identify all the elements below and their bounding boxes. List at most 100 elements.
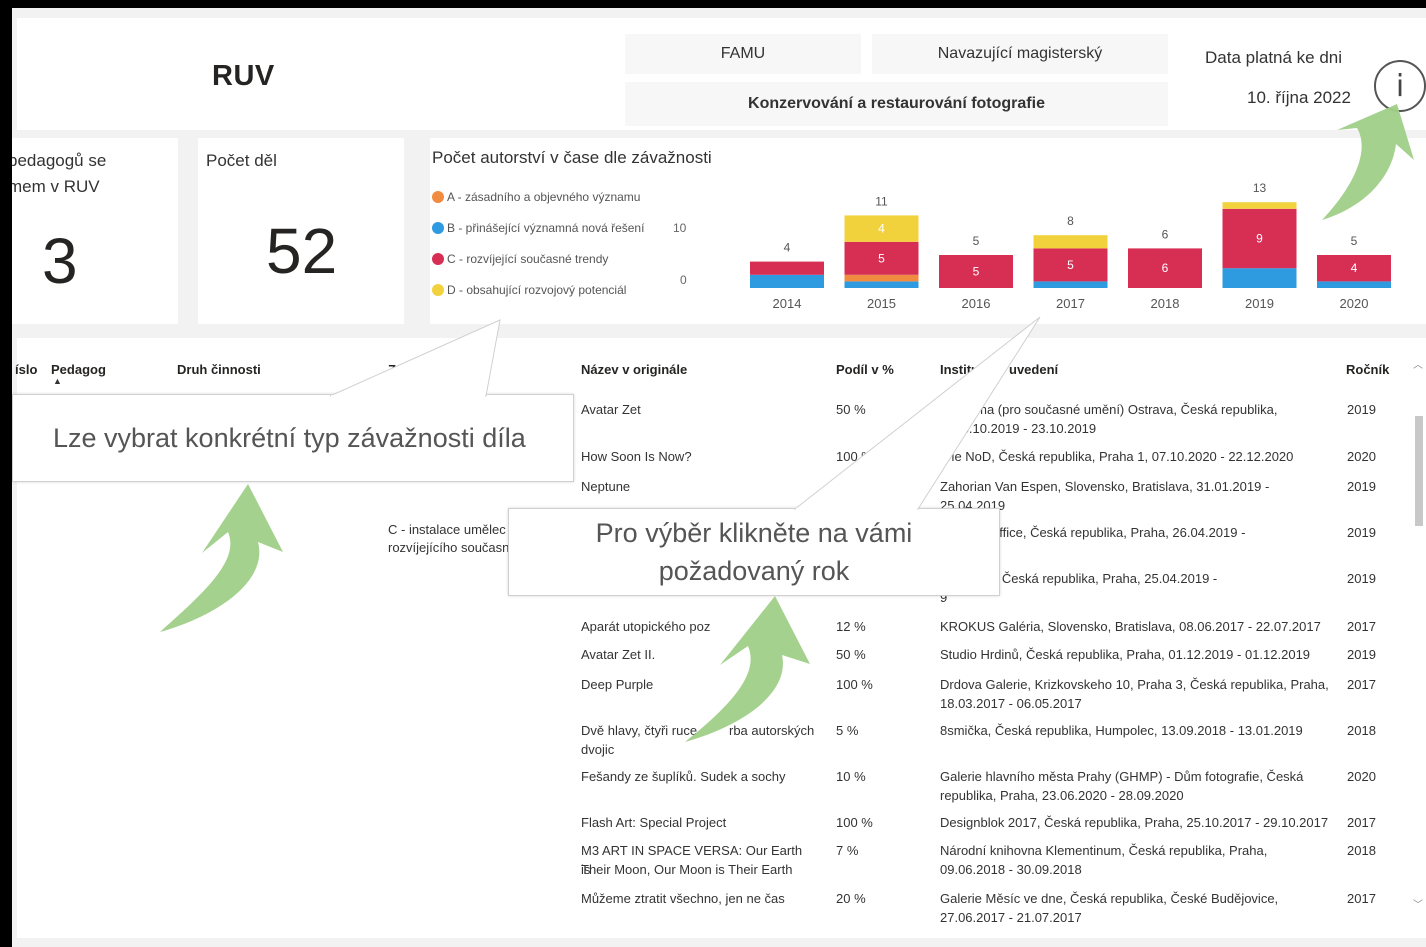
cell-instituce: 8smička, Česká republika, Humpolec, 13.0… <box>940 723 1303 738</box>
cell-nazev: Avatar Zet <box>581 402 641 417</box>
cell-podil: 50 % <box>836 402 866 417</box>
col-header-rocnik[interactable]: Ročník <box>1346 362 1389 377</box>
col-header-instituce[interactable]: Institu <box>940 362 979 377</box>
cell-nazev: Fešandy ze šuplíků. Sudek a sochy <box>581 769 786 784</box>
cell-podil: 100 % <box>836 815 873 830</box>
x-tick-label: 2016 <box>962 296 991 311</box>
cell-nazev: Neptune <box>581 479 631 494</box>
legend-item-b[interactable]: B - přinášející významná nová řešení <box>432 221 644 235</box>
cell-nazev-line2: dvojic <box>581 742 615 757</box>
chart-year-group-2015[interactable]: 5 4 11 2015 <box>844 194 919 311</box>
bar-segment-label: 6 <box>1162 261 1169 275</box>
chart-year-group-2017[interactable]: 5 8 2017 <box>1033 214 1108 311</box>
cell-instituce: ry Gallery, Česká republika, Praha, 25.0… <box>940 571 1218 586</box>
bar-segment-B[interactable] <box>1222 268 1297 288</box>
table-scrollbar[interactable]: ︿ ﹀ <box>1413 356 1423 916</box>
program-slicer[interactable]: Konzervování a restaurování fotografie <box>625 82 1168 126</box>
study-level-slicer[interactable]: Navazující magisterský <box>872 34 1168 74</box>
x-tick-label: 2020 <box>1340 296 1369 311</box>
bar-segment-B[interactable] <box>750 274 824 288</box>
cell-podil: 100 % <box>836 449 873 464</box>
callout-severity: Lze vybrat konkrétní typ závažnosti díla <box>12 394 574 482</box>
cell-rocnik: 2019 <box>1347 525 1376 540</box>
study-level-value: Navazující magisterský <box>937 45 1103 62</box>
bar-segment-A[interactable] <box>844 274 919 282</box>
col-header-number[interactable]: íslo <box>15 362 37 377</box>
col-header-nazev[interactable]: Název v originále <box>581 362 687 377</box>
chart-year-group-2016[interactable]: 5 5 2016 <box>939 234 1013 311</box>
cell-podil: 50 % <box>836 647 866 662</box>
info-glyph: i <box>1395 68 1405 104</box>
chart-year-group-2018[interactable]: 6 6 2018 <box>1128 227 1202 311</box>
legend-dot-icon <box>432 284 444 296</box>
bar-segment-C[interactable] <box>750 261 824 275</box>
cell-rocnik: 2019 <box>1347 571 1376 586</box>
bar-segment-B[interactable] <box>1317 281 1391 288</box>
cell-nazev: How Soon Is Now? <box>581 449 692 464</box>
cell-podil: 5 % <box>836 723 859 738</box>
cell-instituce-line2: 09.06.2018 - 30.09.2018 <box>940 862 1082 877</box>
kpi-works-card: Počet děl 52 <box>198 138 404 324</box>
bar-segment-B[interactable] <box>1033 281 1108 288</box>
sort-ascending-icon[interactable]: ▲ <box>53 376 62 386</box>
bar-total-label: 5 <box>973 234 980 248</box>
data-valid-label: Data platná ke dni <box>1205 48 1343 67</box>
bar-total-label: 4 <box>784 241 791 255</box>
severity-bar-chart[interactable]: 4201454112015552016582017662018913201945… <box>730 138 1410 324</box>
scroll-up-icon[interactable]: ︿ <box>1413 356 1423 371</box>
cell-instituce-line2: 18.03.2017 - 06.05.2017 <box>940 696 1082 711</box>
col-header-pedagog[interactable]: Pedagog <box>51 362 106 377</box>
cell-rocnik: 2017 <box>1347 619 1376 634</box>
faculty-value: FAMU <box>720 45 766 62</box>
scroll-thumb[interactable] <box>1415 416 1423 526</box>
faculty-slicer[interactable]: FAMU <box>625 34 861 74</box>
bar-segment-label: 5 <box>1067 258 1074 272</box>
cell-podil: 100 % <box>836 677 873 692</box>
cell-podil: 7 % <box>836 843 859 858</box>
bar-total-label: 11 <box>875 194 888 208</box>
report-title: RUV <box>212 60 275 92</box>
report-header: RUV FAMU Navazující magisterský Konzervo… <box>17 18 1426 130</box>
bar-segment-D[interactable] <box>1222 202 1297 209</box>
cell-rocnik: 2017 <box>1347 677 1376 692</box>
col-header-uvedeni[interactable]: uvedení <box>1009 362 1058 377</box>
legend-label: B - přinášející významná nová řešení <box>447 221 645 235</box>
legend-item-c[interactable]: C - rozvíjející současné trendy <box>432 252 608 266</box>
bar-segment-label: 4 <box>1351 261 1358 275</box>
bar-segment-B[interactable] <box>844 281 919 288</box>
severity-chart-card: Počet autorství v čase dle závažnosti A … <box>430 138 1426 324</box>
cell-podil: 10 % <box>836 769 866 784</box>
cell-instituce: Galerie hlavního města Prahy (GHMP) - Dů… <box>940 769 1304 784</box>
legend-item-d[interactable]: D - obsahující rozvojový potenciál <box>432 283 626 297</box>
cell-podil: 20 % <box>836 891 866 906</box>
cell-instituce: KROKUS Galéria, Slovensko, Bratislava, 0… <box>940 619 1321 634</box>
chart-title: Počet autorství v čase dle závažnosti <box>432 148 712 167</box>
col-header-druh[interactable]: Druh činnosti <box>177 362 261 377</box>
kpi-works-value: 52 <box>266 215 338 287</box>
col-header-zavaznost[interactable]: Záv <box>388 362 410 377</box>
bar-segment-label: 4 <box>878 222 885 236</box>
cell-nazev: Můžeme ztratit všechno, jen ne čas <box>581 891 785 906</box>
chart-year-group-2019[interactable]: 9 13 2019 <box>1222 181 1297 311</box>
x-tick-label: 2019 <box>1245 296 1274 311</box>
chart-year-group-2020[interactable]: 4 5 2020 <box>1317 234 1391 311</box>
cell-instituce: erie NoD, Česká republika, Praha 1, 07.1… <box>940 449 1294 464</box>
cell-instituce: Národní knihovna Klementinum, Česká repu… <box>940 843 1268 858</box>
cell-instituce: platforma (pro současné umění) Ostrava, … <box>940 402 1278 417</box>
col-header-podil[interactable]: Podíl v % <box>836 362 894 377</box>
cell-nazev: Aparát utopického poz <box>581 619 711 634</box>
legend-item-a[interactable]: A - zásadního a objevného významu <box>432 190 640 204</box>
bar-segment-label: 9 <box>1256 232 1263 246</box>
scroll-down-icon[interactable]: ﹀ <box>1413 896 1423 911</box>
legend-label: A - zásadního a objevného významu <box>447 190 641 204</box>
cell-rocnik: 2017 <box>1347 891 1376 906</box>
x-tick-label: 2015 <box>867 296 896 311</box>
y-tick-0: 0 <box>680 273 687 287</box>
info-icon[interactable]: i <box>1374 60 1426 112</box>
chart-year-group-2014[interactable]: 4 2014 <box>750 241 824 311</box>
cell-podil: 12 % <box>836 619 866 634</box>
bar-total-label: 6 <box>1162 227 1169 241</box>
cell-rocnik: 2019 <box>1347 402 1376 417</box>
bar-segment-D[interactable] <box>1033 235 1108 249</box>
kpi-teachers-value: 3 <box>42 225 78 297</box>
